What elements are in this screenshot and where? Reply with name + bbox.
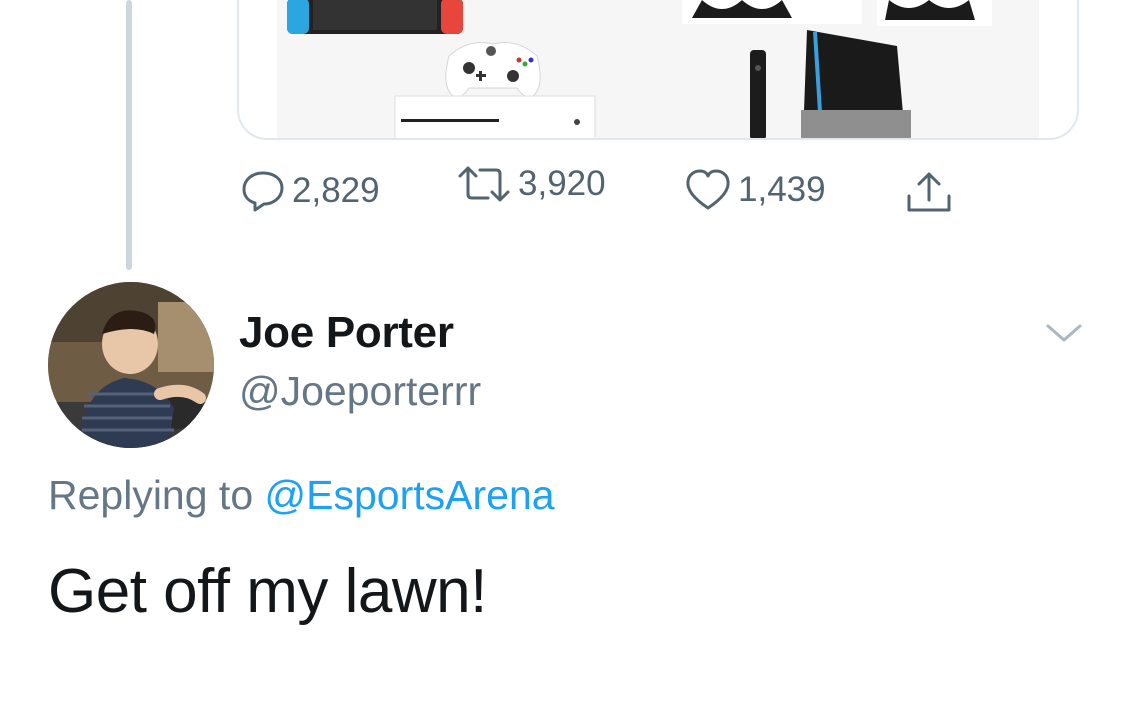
retweet-button[interactable]: 3,920 — [456, 164, 606, 204]
replying-to-line: Replying to @EsportsArena — [48, 472, 555, 519]
reply-button[interactable]: 2,829 — [240, 168, 380, 214]
tweet-text: Get off my lawn! — [48, 557, 487, 626]
author-handle[interactable]: @Joeporterrr — [239, 368, 481, 415]
avatar[interactable] — [48, 282, 214, 448]
reply-count: 2,829 — [292, 171, 380, 210]
replying-to-mention-link[interactable]: @EsportsArena — [265, 472, 555, 518]
consoles-image[interactable] — [277, 0, 1039, 138]
author-display-name[interactable]: Joe Porter — [239, 308, 454, 358]
like-count: 1,439 — [738, 170, 826, 209]
consoles-illustration — [277, 0, 1039, 138]
reply-icon — [240, 168, 286, 214]
share-icon — [904, 168, 954, 216]
tweet-media-card[interactable] — [237, 0, 1079, 140]
thread-connector-line — [126, 0, 132, 270]
heart-icon — [684, 168, 732, 212]
replying-to-label: Replying to — [48, 472, 254, 518]
like-button[interactable]: 1,439 — [684, 168, 826, 212]
tweet-action-bar: 2,829 3,920 1,439 — [0, 164, 1125, 220]
retweet-count: 3,920 — [518, 164, 606, 203]
retweet-icon — [456, 164, 512, 204]
share-button[interactable] — [904, 168, 954, 216]
avatar-photo — [48, 282, 214, 448]
chevron-down-icon[interactable] — [1044, 318, 1084, 348]
